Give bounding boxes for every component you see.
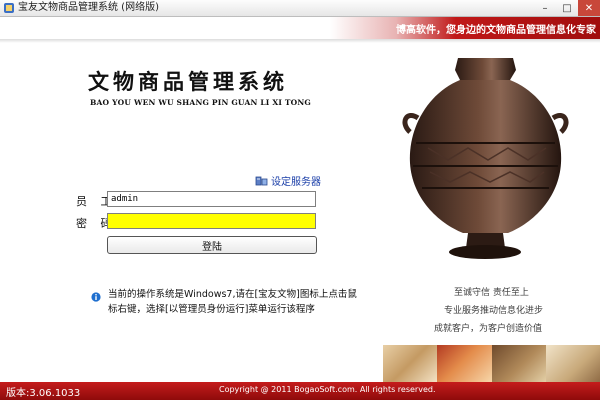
- header-slogan: 博高软件，您身边的文物商品管理信息化专家: [396, 25, 596, 36]
- decorative-image: [437, 345, 492, 382]
- employee-input[interactable]: [107, 191, 316, 207]
- title-bar: 宝友文物商品管理系统 (网络版) – □ ✕: [0, 0, 600, 17]
- info-icon: [91, 292, 101, 302]
- decorative-image: [491, 345, 546, 382]
- header-divider: [0, 39, 600, 43]
- os-notice: 当前的操作系统是Windows7,请在[宝友文物]图标上点击鼠标右键，选择[以管…: [108, 289, 357, 315]
- login-button[interactable]: 登陆: [107, 236, 317, 254]
- close-button[interactable]: ✕: [578, 0, 600, 16]
- set-server-link[interactable]: 设定服务器: [255, 173, 321, 188]
- bronze-vase-image: [402, 58, 569, 259]
- maximize-icon: □: [562, 2, 572, 14]
- password-input[interactable]: [107, 213, 316, 229]
- decorative-image-strip: [383, 345, 600, 382]
- copyright-text: Copyright @ 2011 BogaoSoft.com. All righ…: [219, 385, 436, 394]
- footer-bar: 版本:3.06.1033 Copyright @ 2011 BogaoSoft.…: [0, 382, 600, 400]
- motto-item: 至诚守信 责任至上: [454, 288, 529, 298]
- minimize-icon: –: [542, 2, 548, 14]
- decorative-image: [383, 345, 438, 382]
- window-controls: – □ ✕: [534, 0, 600, 16]
- decorative-image: [545, 345, 600, 382]
- app-subtitle: BAO YOU WEN WU SHANG PIN GUAN LI XI TONG: [90, 98, 312, 107]
- app-title: 文物商品管理系统: [88, 69, 288, 94]
- app-icon: [4, 3, 14, 13]
- minimize-button[interactable]: –: [534, 0, 556, 16]
- header-banner: 博高软件，您身边的文物商品管理信息化专家: [0, 17, 600, 39]
- maximize-button[interactable]: □: [556, 0, 578, 16]
- close-icon: ✕: [584, 2, 594, 14]
- version-label: 版本:3.06.1033: [6, 388, 81, 399]
- set-server-link-label: 设定服务器: [271, 177, 321, 188]
- server-icon: [255, 176, 268, 185]
- motto-item: 专业服务推动信息化进步: [444, 306, 544, 316]
- window-title: 宝友文物商品管理系统 (网络版): [18, 2, 159, 13]
- motto-item: 成就客户，为客户创造价值: [434, 324, 543, 334]
